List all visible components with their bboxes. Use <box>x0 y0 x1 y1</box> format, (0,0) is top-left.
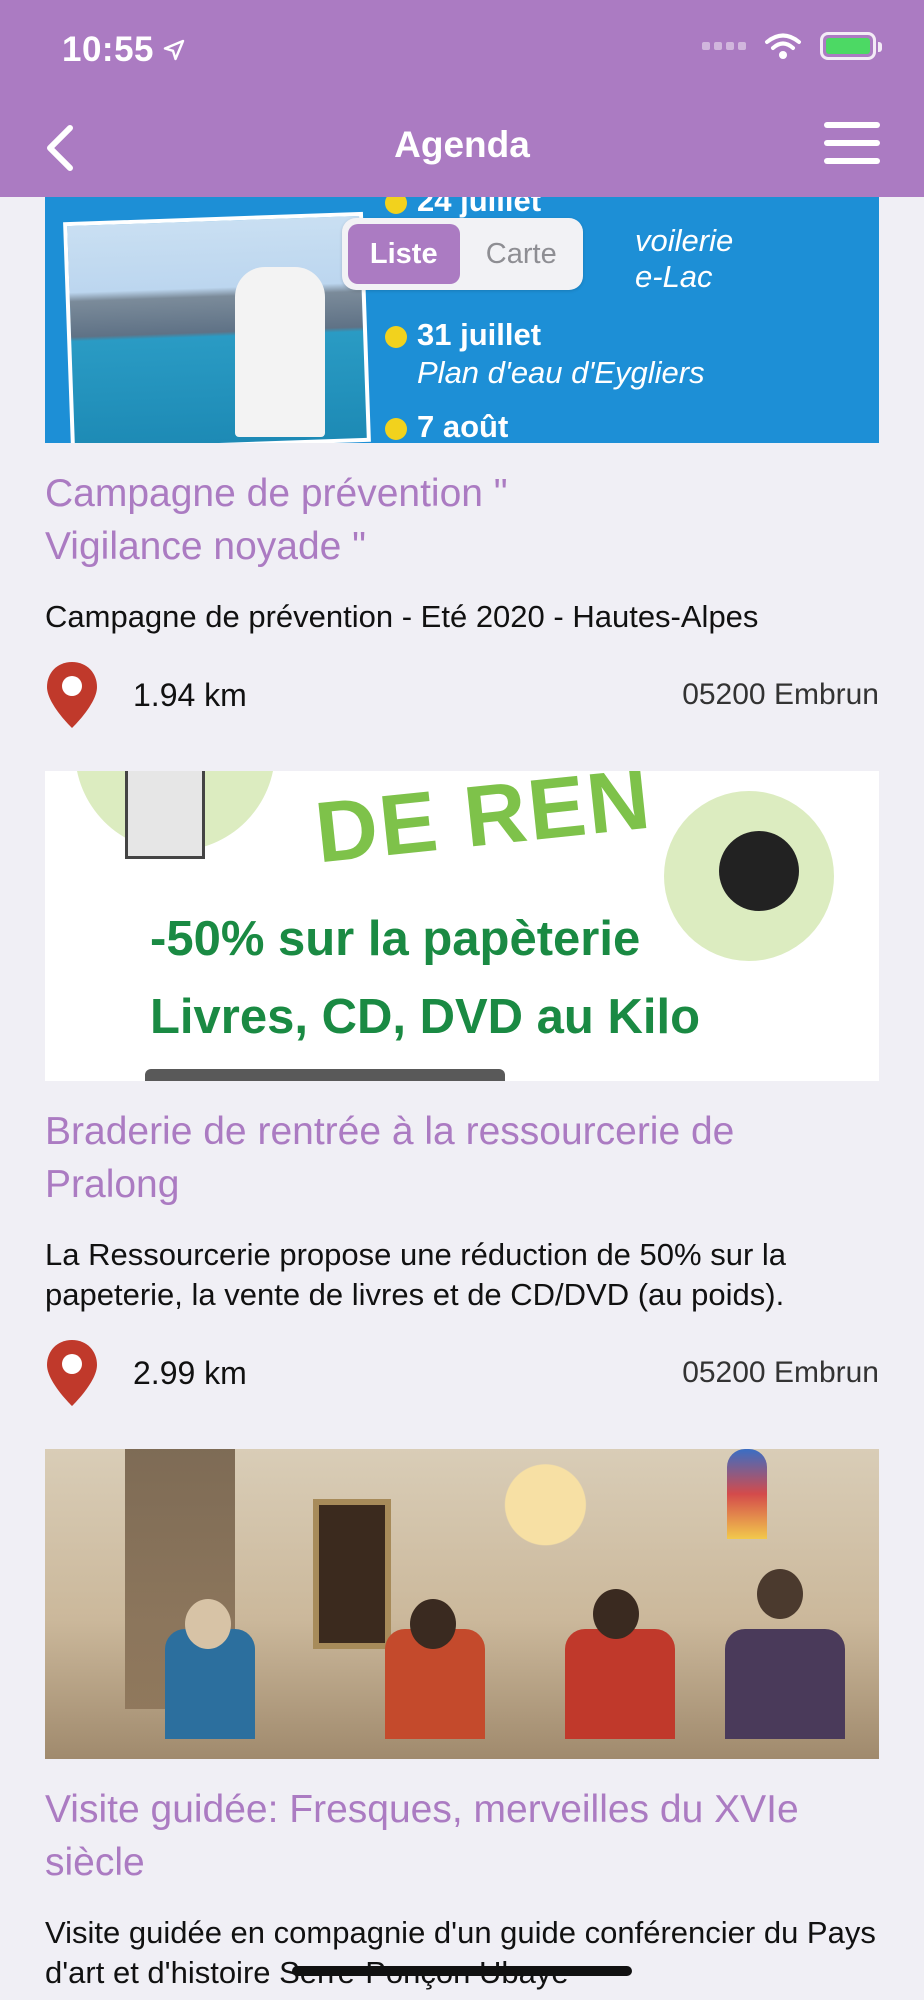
poster-date-2: 31 juillet <box>417 317 542 352</box>
event-city: 05200 Embrun <box>682 1356 879 1389</box>
poster-line-2: Livres, CD, DVD au Kilo <box>150 990 701 1044</box>
poster-place-2: Plan d'eau d'Eygliers <box>417 355 705 390</box>
cellular-signal-icon <box>702 42 746 50</box>
event-image[interactable]: DE REN -50% sur la papèterie Livres, CD,… <box>45 771 879 1081</box>
status-indicators <box>702 32 882 60</box>
disc-icon <box>719 831 799 911</box>
tab-carte[interactable]: Carte <box>466 224 578 284</box>
wifi-icon <box>765 33 801 59</box>
poster-line-1: -50% sur la papèterie <box>150 912 641 966</box>
event-meta: 1.94 km 05200 Embrun <box>45 659 879 731</box>
event-image[interactable] <box>45 1449 879 1759</box>
event-distance: 2.99 km <box>133 1354 247 1391</box>
poster-date-3: 7 août <box>417 409 509 443</box>
visitors-group <box>45 1569 879 1759</box>
poster-place-1: voilerie <box>635 223 734 258</box>
event-distance: 1.94 km <box>133 676 247 713</box>
painting <box>313 1499 391 1649</box>
menu-button[interactable] <box>824 122 880 168</box>
battery-icon <box>820 32 882 60</box>
event-description: La Ressourcerie propose une réduction de… <box>45 1237 787 1312</box>
poster-place-1b: e-Lac <box>635 259 713 294</box>
status-time: 10:55 <box>62 30 186 70</box>
view-toggle: Liste Carte <box>342 218 583 290</box>
event-description: Visite guidée en compagnie d'un guide co… <box>45 1915 876 1990</box>
poster-date-1: 24 juillet <box>417 197 542 218</box>
tab-liste[interactable]: Liste <box>348 224 460 284</box>
event-description: Campagne de prévention - Eté 2020 - Haut… <box>45 599 759 634</box>
map-pin-icon <box>47 662 97 728</box>
event-card[interactable]: DE REN -50% sur la papèterie Livres, CD,… <box>45 771 879 1409</box>
map-pin-icon <box>47 1340 97 1406</box>
event-city: 05200 Embrun <box>682 678 879 711</box>
hamburger-icon <box>824 122 880 164</box>
event-title[interactable]: Braderie de rentrée à la ressourcerie de… <box>45 1105 785 1211</box>
event-title[interactable]: Visite guidée: Fresques, merveilles du X… <box>45 1783 825 1889</box>
event-meta: 2.99 km 05200 Embrun <box>45 1337 879 1409</box>
stained-glass-window <box>727 1449 767 1539</box>
home-indicator[interactable] <box>292 1966 632 1976</box>
page-title: Agenda <box>394 124 530 165</box>
status-time-text: 10:55 <box>62 30 155 69</box>
location-arrow-icon <box>163 39 185 61</box>
poster-heading: DE REN <box>310 771 656 882</box>
notebook-icon <box>125 771 205 859</box>
lifeguard-figure <box>235 267 325 437</box>
event-card[interactable]: Visite guidée: Fresques, merveilles du X… <box>45 1449 879 1993</box>
nav-bar: 10:55 Agenda <box>0 0 924 197</box>
event-title[interactable]: Campagne de prévention " Vigilance noyad… <box>45 467 605 573</box>
